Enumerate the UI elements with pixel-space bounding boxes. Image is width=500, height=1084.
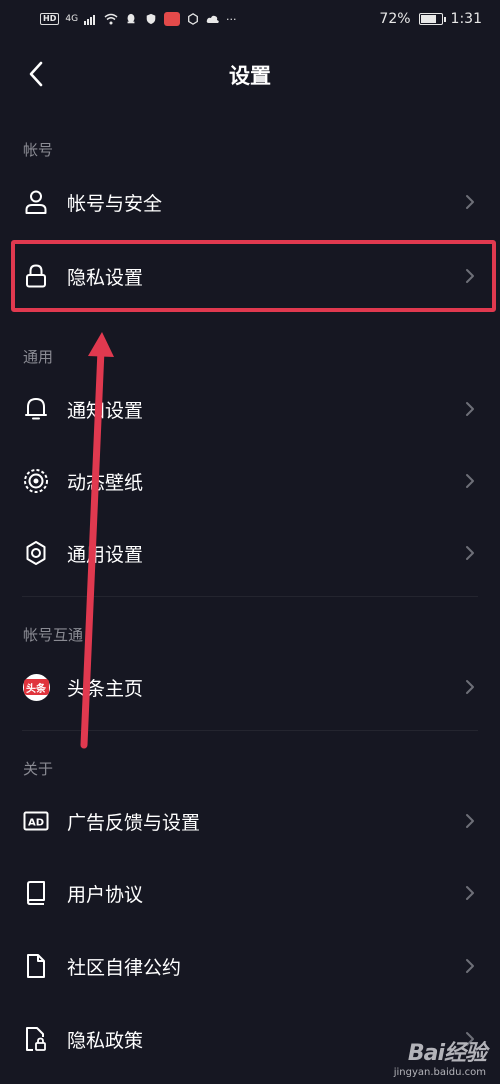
settings-item-label: 用户协议 [67, 883, 144, 906]
settings-item-label: 动态壁纸 [67, 471, 144, 494]
settings-item-label: 帐号与安全 [67, 192, 163, 215]
privacy-document-icon [22, 1025, 50, 1053]
section-title-about: 关于 [23, 760, 54, 778]
ad-icon: AD [22, 807, 50, 835]
clock: 1:31 [450, 11, 482, 27]
bell-icon [22, 395, 50, 423]
signal-bars-icon [84, 15, 96, 25]
chevron-right-icon [466, 680, 474, 694]
section-title-account-linking: 帐号互通 [23, 626, 84, 644]
battery-icon [418, 13, 446, 25]
hexagon-icon [188, 13, 198, 25]
settings-item-live-wallpaper[interactable]: 动态壁纸 [0, 445, 500, 517]
chevron-right-icon [466, 959, 474, 973]
toutiao-badge-text: 头条 [23, 679, 49, 695]
watermark-logo: Bai经验 [407, 1041, 487, 1066]
highlight-box [11, 240, 496, 312]
settings-item-user-agreement[interactable]: 用户协议 [0, 857, 500, 929]
settings-item-toutiao-homepage[interactable]: 头条 头条主页 [0, 651, 500, 723]
settings-item-ad-feedback[interactable]: AD 广告反馈与设置 [0, 785, 500, 857]
chevron-right-icon [466, 474, 474, 488]
qq-icon [127, 13, 135, 24]
cloud-icon [206, 15, 219, 23]
chevron-right-icon [466, 402, 474, 416]
status-right-icons: 72% 1:31 [379, 11, 482, 27]
live-wallpaper-icon [22, 467, 50, 495]
watermark-url: jingyan.baidu.com [393, 1067, 486, 1078]
toutiao-icon: 头条 [22, 673, 50, 701]
nav-bar: 设置 [0, 46, 500, 102]
toutiao-badge: 头条 [22, 673, 50, 701]
book-icon [22, 879, 50, 907]
document-icon [22, 952, 50, 980]
chevron-right-icon [466, 195, 474, 209]
settings-item-notification[interactable]: 通知设置 [0, 373, 500, 445]
settings-item-account-security[interactable]: 帐号与安全 [0, 166, 500, 238]
settings-item-label: 广告反馈与设置 [67, 811, 201, 834]
divider [22, 596, 478, 597]
chevron-right-icon [466, 814, 474, 828]
settings-item-label: 头条主页 [67, 677, 144, 700]
signal-icon: 4G [65, 14, 79, 24]
chevron-right-icon [466, 546, 474, 560]
more-indicator: ··· [226, 12, 237, 26]
wifi-icon [104, 13, 118, 25]
shield-icon [146, 13, 156, 25]
app-notification-icon [164, 12, 181, 26]
hd-indicator: HD [40, 13, 60, 25]
settings-item-label: 社区自律公约 [67, 956, 182, 979]
section-title-general: 通用 [23, 348, 54, 366]
settings-item-label: 隐私政策 [67, 1029, 144, 1052]
user-icon [22, 188, 50, 216]
settings-item-general-settings[interactable]: 通用设置 [0, 517, 500, 589]
baidu-watermark: Bai经验 jingyan.baidu.com [393, 1035, 487, 1078]
status-bar: HD 4G ··· 72% 1:31 [0, 0, 500, 38]
battery-fill [420, 15, 437, 23]
divider [22, 730, 478, 731]
chevron-right-icon [466, 886, 474, 900]
settings-item-label: 通知设置 [67, 399, 144, 422]
settings-item-community-guidelines[interactable]: 社区自律公约 [0, 930, 500, 1002]
battery-percent: 72% [379, 11, 411, 27]
status-left-icons: HD 4G ··· [40, 12, 237, 26]
settings-item-label: 通用设置 [67, 543, 144, 566]
section-title-account: 帐号 [23, 141, 54, 159]
page-title: 设置 [229, 64, 271, 88]
ad-badge-text: AD [28, 818, 44, 829]
gear-icon [22, 539, 50, 567]
